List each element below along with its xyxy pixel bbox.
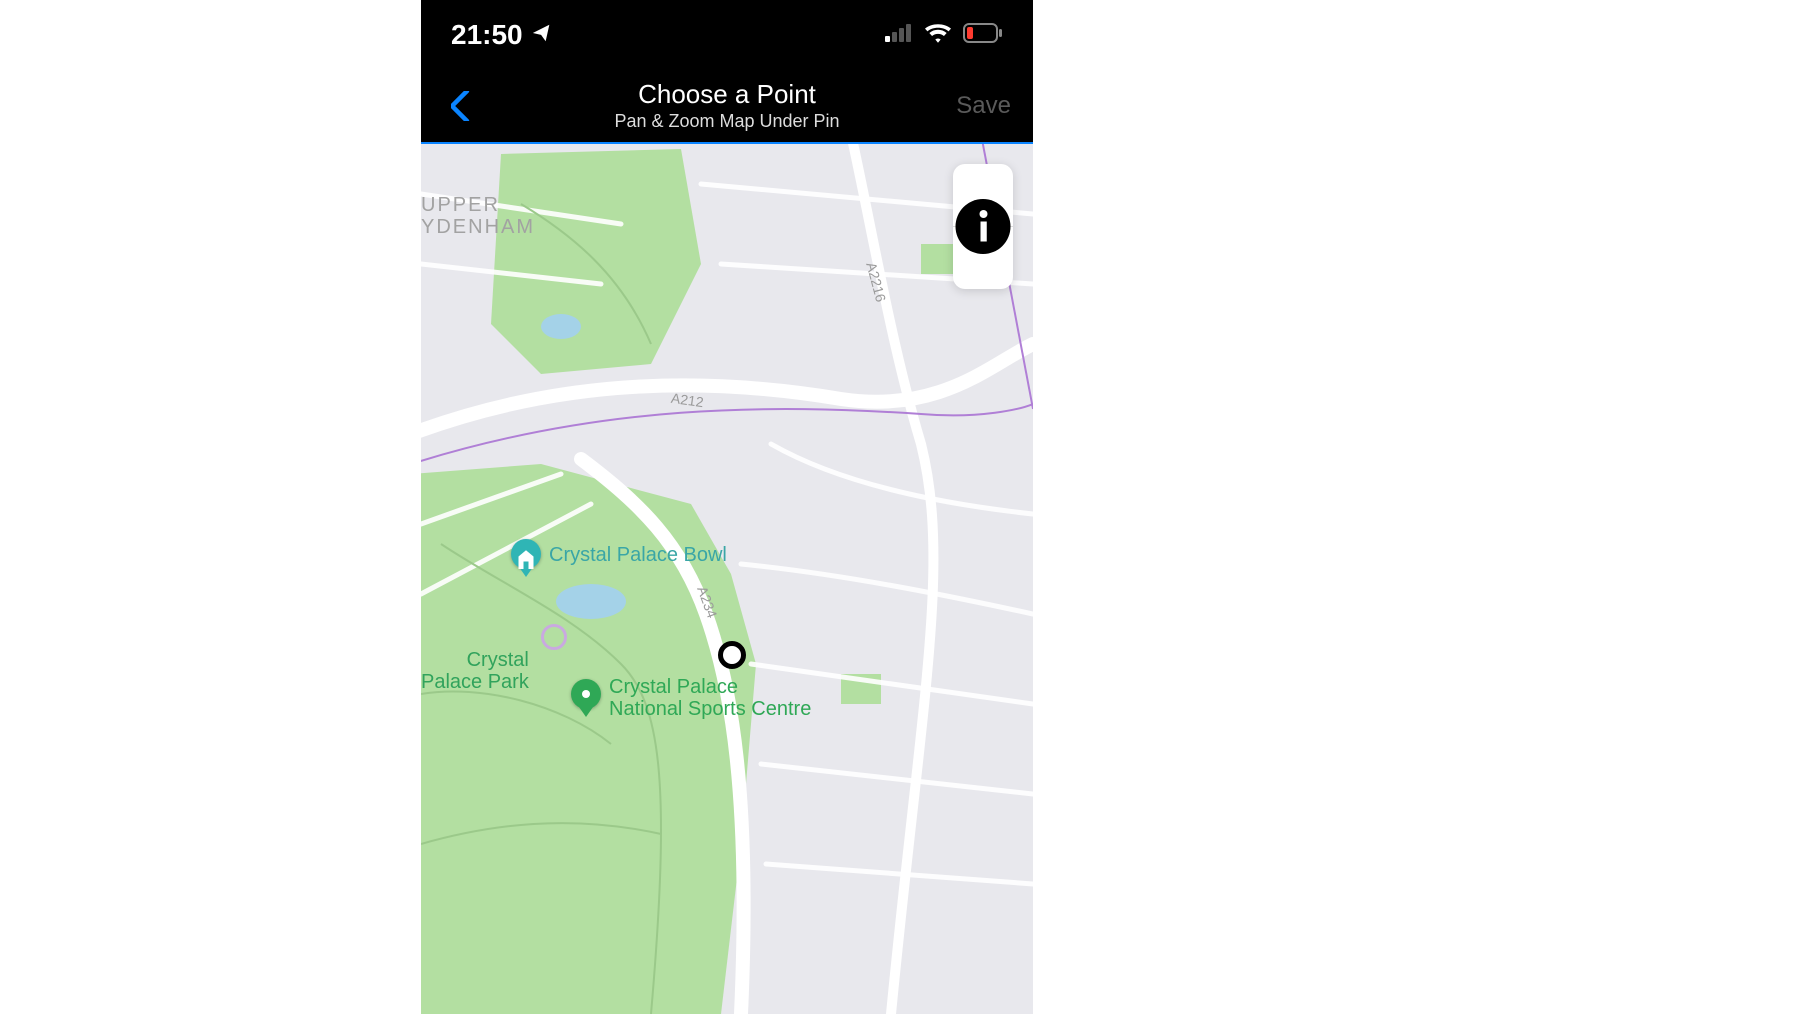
cellular-icon [885,24,913,47]
center-pin [718,641,746,669]
lake [541,314,581,339]
info-icon [953,164,1013,289]
phone-frame: 21:50 [421,0,1033,1014]
status-time: 21:50 [451,19,523,51]
back-button[interactable] [441,86,481,126]
wifi-icon [925,23,951,48]
location-arrow-icon [531,19,553,51]
area-label-line: UPPER [421,194,535,216]
map-controls [953,164,1013,289]
lake [556,584,626,619]
park-feature-icon [541,624,567,650]
poi-label-sports-centre: Crystal PalaceNational Sports Centre [609,676,811,720]
info-button[interactable] [953,226,1013,289]
page-subtitle: Pan & Zoom Map Under Pin [421,111,1033,132]
nav-titles: Choose a Point Pan & Zoom Map Under Pin [421,80,1033,132]
map-canvas[interactable]: UPPER YDENHAM A212 A234 A2216 CrystalPal… [421,144,1033,1014]
status-right [885,23,1003,48]
status-bar: 21:50 [421,0,1033,70]
poi-pin-sports-centre[interactable] [571,679,601,719]
area-label-line: YDENHAM [421,216,535,238]
area-label-upper-sydenham: UPPER YDENHAM [421,194,535,238]
battery-low-icon [963,23,1003,48]
page-title: Choose a Point [421,80,1033,109]
poi-pin-bowl[interactable] [511,539,541,579]
nav-bar: Choose a Point Pan & Zoom Map Under Pin … [421,70,1033,142]
save-button[interactable]: Save [956,92,1011,120]
status-left: 21:50 [451,19,553,51]
park-label-crystal-palace: CrystalPalace Park [421,649,529,693]
map-svg [421,144,1033,1014]
poi-label-bowl: Crystal Palace Bowl [549,544,727,566]
